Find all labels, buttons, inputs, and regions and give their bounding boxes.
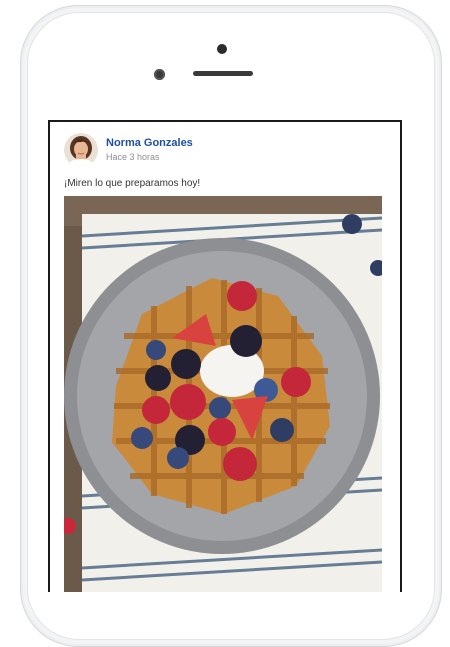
proximity-sensor <box>154 69 165 80</box>
post-caption: ¡Miren lo que preparamos hoy! <box>64 178 201 189</box>
earpiece-speaker <box>193 71 253 76</box>
avatar[interactable] <box>64 133 98 167</box>
avatar-image <box>64 133 98 167</box>
post-timestamp: Hace 3 horas <box>106 152 160 162</box>
author-name[interactable]: Norma Gonzales <box>106 137 193 150</box>
post-photo[interactable] <box>64 196 382 592</box>
waffle-photo <box>64 196 382 592</box>
author-block: Norma Gonzales Hace 3 horas <box>106 137 193 163</box>
post-header: Norma Gonzales Hace 3 horas <box>64 132 193 168</box>
front-camera <box>217 44 227 54</box>
phone-screen: Norma Gonzales Hace 3 horas ¡Miren lo qu… <box>48 120 402 592</box>
